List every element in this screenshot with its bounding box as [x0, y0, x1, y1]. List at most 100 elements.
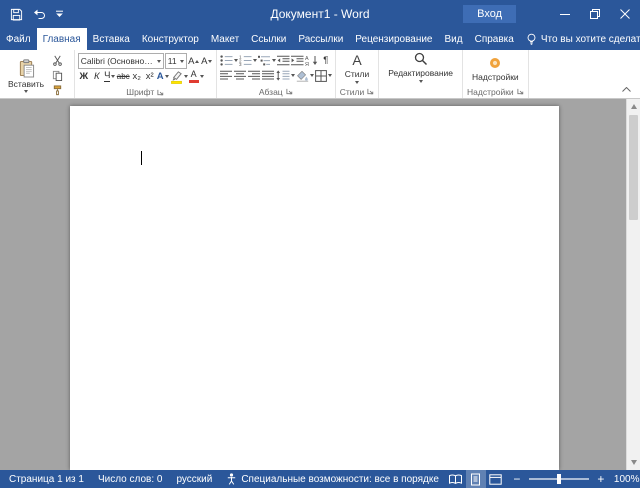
- shrink-font-button[interactable]: А: [201, 54, 213, 69]
- align-right-button[interactable]: [248, 68, 261, 83]
- font-color-button[interactable]: А: [189, 69, 204, 84]
- print-layout-icon: [470, 473, 481, 486]
- language-status[interactable]: русский: [169, 470, 219, 488]
- chevron-down-icon: [111, 75, 115, 78]
- align-left-icon: [220, 70, 233, 81]
- paragraph-row-1: 123 АЯ ¶: [220, 53, 332, 68]
- italic-button[interactable]: К: [91, 69, 103, 84]
- subscript-button[interactable]: x₂: [131, 69, 143, 84]
- page-count-status[interactable]: Страница 1 из 1: [2, 470, 91, 488]
- highlight-color-button[interactable]: [170, 69, 188, 84]
- increase-indent-button[interactable]: [291, 53, 304, 68]
- font-dialog-launcher-icon[interactable]: [157, 89, 164, 96]
- tab-insert[interactable]: Вставка: [87, 28, 136, 50]
- text-effects-label: А: [157, 71, 164, 82]
- tab-file[interactable]: Файл: [0, 28, 37, 50]
- collapse-ribbon-button[interactable]: [618, 83, 634, 95]
- scrollbar-thumb[interactable]: [629, 115, 638, 220]
- tell-me-box[interactable]: Что вы хотите сделать?: [520, 28, 640, 50]
- copy-button[interactable]: [51, 68, 63, 83]
- paragraph-dialog-launcher-icon[interactable]: [286, 88, 293, 95]
- paragraph-controls: 123 АЯ ¶: [220, 52, 332, 85]
- decrease-indent-button[interactable]: [277, 53, 290, 68]
- word-count-status[interactable]: Число слов: 0: [91, 470, 169, 488]
- addins-dialog-launcher-icon[interactable]: [517, 88, 524, 95]
- chevron-down-icon: [24, 90, 28, 93]
- cut-button[interactable]: [51, 53, 63, 68]
- line-spacing-icon: [276, 70, 290, 81]
- zoom-slider[interactable]: [529, 478, 589, 480]
- addins-button[interactable]: Надстройки: [466, 52, 525, 85]
- styles-group-label: Стили: [340, 87, 365, 97]
- minimize-button[interactable]: [550, 0, 580, 28]
- customize-quick-access-button[interactable]: [55, 10, 64, 18]
- addins-label: Надстройки: [472, 72, 519, 82]
- tab-design[interactable]: Конструктор: [136, 28, 205, 50]
- line-spacing-button[interactable]: [276, 68, 295, 83]
- zoom-out-button[interactable]: −: [511, 473, 523, 485]
- tab-layout[interactable]: Макет: [205, 28, 245, 50]
- chevron-down-icon: [165, 75, 169, 78]
- zoom-in-button[interactable]: +: [595, 473, 607, 485]
- styles-button[interactable]: А Стили: [339, 52, 376, 85]
- undo-button[interactable]: [33, 9, 45, 19]
- shading-button[interactable]: [296, 68, 314, 83]
- tab-view[interactable]: Вид: [439, 28, 469, 50]
- ribbon-tab-row: Файл Главная Вставка Конструктор Макет С…: [0, 28, 640, 50]
- tab-home[interactable]: Главная: [37, 28, 87, 50]
- tab-review[interactable]: Рецензирование: [349, 28, 438, 50]
- read-mode-button[interactable]: [446, 470, 466, 488]
- bold-button[interactable]: Ж: [78, 69, 90, 84]
- styles-group-label-row: Стили: [339, 85, 376, 98]
- superscript-button[interactable]: x²: [144, 69, 156, 84]
- bullets-button[interactable]: [220, 53, 238, 68]
- align-left-button[interactable]: [220, 68, 233, 83]
- align-center-button[interactable]: [234, 68, 247, 83]
- sort-button[interactable]: АЯ: [305, 53, 319, 68]
- tab-mailings[interactable]: Рассылки: [292, 28, 349, 50]
- accessibility-status[interactable]: Специальные возможности: все в порядке: [219, 470, 446, 488]
- strikethrough-button[interactable]: abc: [117, 69, 130, 84]
- vertical-scrollbar[interactable]: [626, 99, 640, 470]
- scroll-down-button[interactable]: [627, 455, 640, 470]
- restore-button[interactable]: [580, 0, 610, 28]
- numbering-button[interactable]: 123: [239, 53, 257, 68]
- borders-button[interactable]: [315, 68, 332, 83]
- paste-icon: [18, 59, 35, 78]
- tab-help[interactable]: Справка: [469, 28, 520, 50]
- text-effects-button[interactable]: А: [157, 69, 169, 84]
- titlebar-right: Вход: [463, 0, 640, 28]
- underline-button[interactable]: Ч: [104, 69, 116, 84]
- format-painter-button[interactable]: [51, 83, 63, 98]
- font-name-select[interactable]: Calibri (Основной текст): [78, 53, 164, 69]
- font-controls: Calibri (Основной текст) 11 А А: [78, 52, 213, 86]
- triangle-up-icon: [631, 104, 637, 109]
- zoom-level[interactable]: 100%: [612, 474, 640, 485]
- web-layout-button[interactable]: [486, 470, 506, 488]
- justify-button[interactable]: [262, 68, 275, 83]
- justify-icon: [262, 70, 275, 81]
- underline-label: Ч: [104, 71, 110, 82]
- styles-dialog-launcher-icon[interactable]: [367, 88, 374, 95]
- paragraph-row-2: [220, 68, 332, 83]
- paste-button[interactable]: Вставить: [3, 52, 49, 99]
- font-color-glyph: А: [189, 70, 199, 83]
- save-button[interactable]: [10, 8, 23, 21]
- sign-in-button[interactable]: Вход: [463, 5, 516, 23]
- paste-label: Вставить: [8, 79, 44, 89]
- close-button[interactable]: [610, 0, 640, 28]
- addins-group-label: Надстройки: [467, 87, 514, 97]
- document-page[interactable]: [70, 106, 559, 470]
- font-size-select[interactable]: 11: [165, 53, 187, 69]
- multilevel-list-button[interactable]: [258, 53, 276, 68]
- cut-icon: [52, 55, 63, 66]
- print-layout-button[interactable]: [466, 470, 486, 488]
- show-formatting-marks-button[interactable]: ¶: [320, 53, 332, 68]
- chevron-down-icon: [310, 74, 314, 77]
- triangle-down-icon: [208, 60, 212, 63]
- grow-font-button[interactable]: А: [188, 54, 200, 69]
- editing-button[interactable]: Редактирование: [382, 52, 459, 83]
- zoom-slider-thumb[interactable]: [557, 474, 561, 484]
- tab-references[interactable]: Ссылки: [245, 28, 292, 50]
- scroll-up-button[interactable]: [627, 99, 640, 114]
